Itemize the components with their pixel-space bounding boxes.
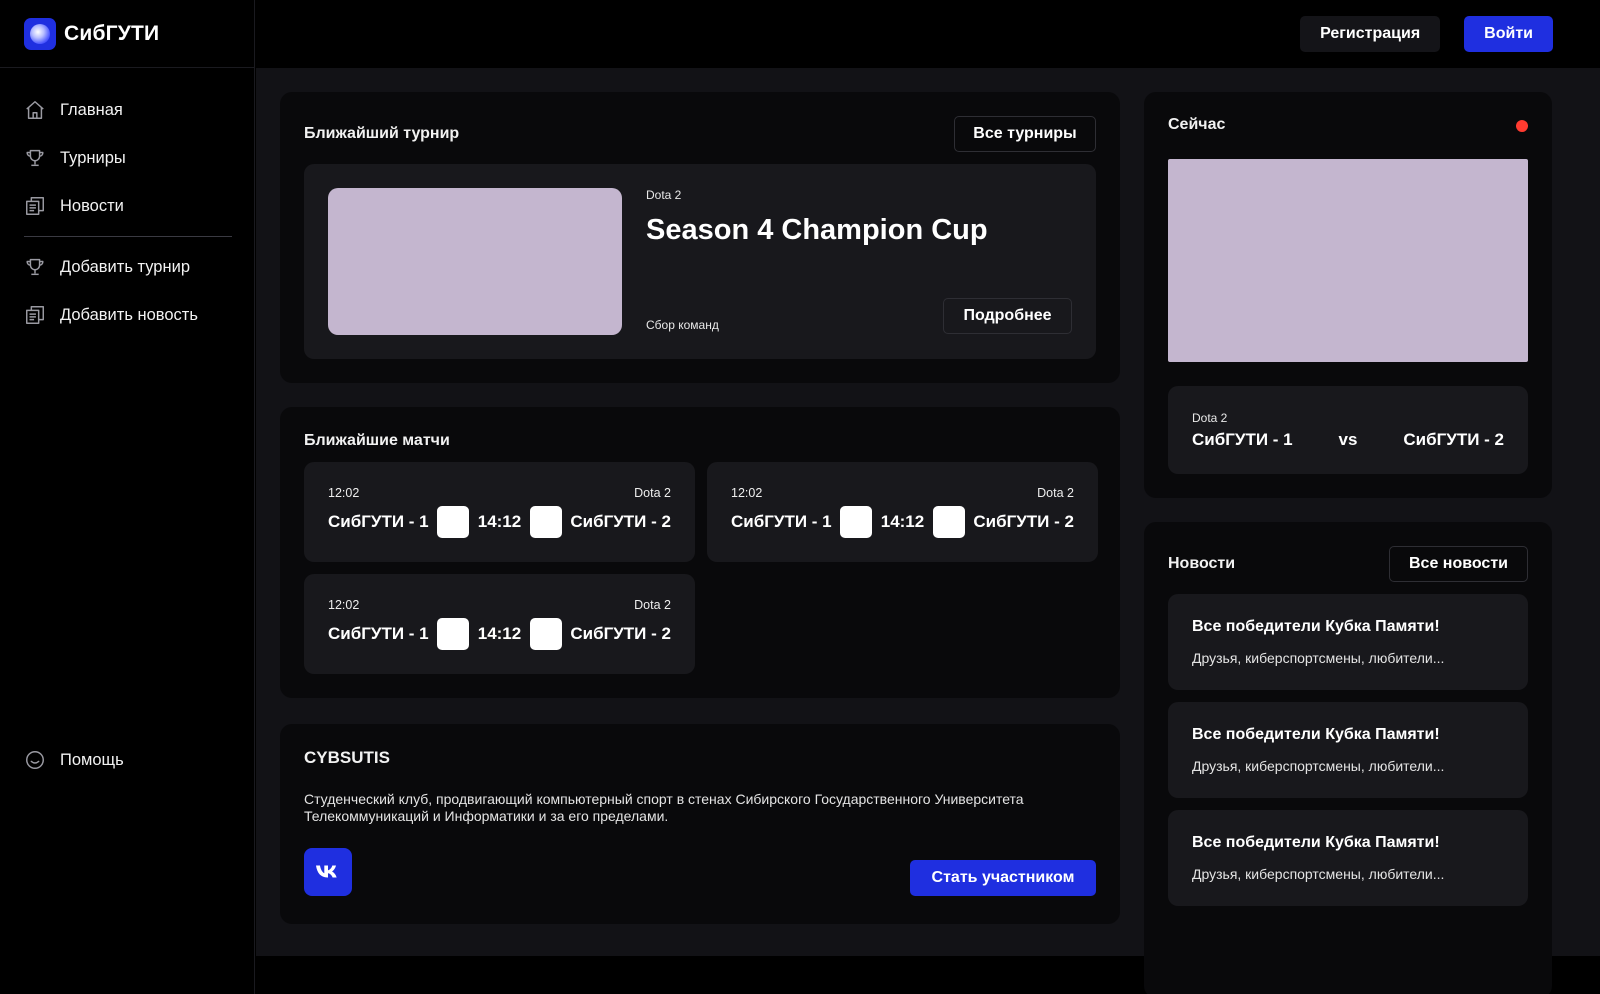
match-row: СибГУТИ - 1 14:12 СибГУТИ - 2: [328, 618, 671, 650]
match-time: 12:02: [328, 598, 360, 612]
live-stream-preview[interactable]: [1168, 159, 1528, 362]
team1-name: СибГУТИ - 1: [1192, 430, 1293, 449]
news-title: Все победители Кубка Памяти!: [1192, 726, 1440, 743]
news-excerpt: Друзья, киберспортсмены, любители...: [1192, 758, 1445, 774]
match-card[interactable]: 12:02 Dota 2 СибГУТИ - 1 14:12 СибГУТИ -…: [304, 462, 695, 562]
news-item[interactable]: Все победители Кубка Памяти! Друзья, киб…: [1168, 810, 1528, 906]
live-now-card: Сейчас Dota 2 СибГУТИ - 1 vs СибГУТИ - 2: [1144, 92, 1552, 498]
section-title: Сейчас: [1168, 116, 1226, 133]
sidebar-item-label: Турниры: [60, 148, 126, 167]
match-row: СибГУТИ - 1 14:12 СибГУТИ - 2: [328, 506, 671, 538]
tournament-game: Dota 2: [646, 188, 682, 202]
tournament-name: Season 4 Champion Cup: [646, 214, 988, 246]
sidebar-item-news[interactable]: Новости: [0, 182, 254, 230]
match-game: Dota 2: [634, 486, 671, 500]
news-icon: [26, 197, 44, 215]
vs-label: vs: [1338, 430, 1358, 449]
news-card: Новости Все новости Все победители Кубка…: [1144, 522, 1552, 994]
team1-logo: [840, 506, 873, 538]
help-icon: [26, 751, 44, 769]
team1-name: СибГУТИ - 1: [328, 512, 429, 531]
sidebar-nav: Главная Турниры Новости Добавить турнир …: [0, 68, 254, 339]
join-button[interactable]: Стать участником: [910, 860, 1096, 896]
club-description: Студенческий клуб, продвигающий компьюте…: [304, 791, 1024, 825]
match-card[interactable]: 12:02 Dota 2 СибГУТИ - 1 14:12 СибГУТИ -…: [304, 574, 695, 674]
team2-logo: [529, 506, 562, 538]
match-time: 12:02: [328, 486, 360, 500]
match-game: Dota 2: [634, 598, 671, 612]
section-title: Ближайший турнир: [304, 125, 460, 142]
sidebar-item-add-tournament[interactable]: Добавить турнир: [0, 243, 254, 291]
sidebar-item-help[interactable]: Помощь: [0, 736, 255, 784]
sidebar-item-label: Новости: [60, 196, 124, 215]
vk-icon: [316, 865, 337, 878]
news-item[interactable]: Все победители Кубка Памяти! Друзья, киб…: [1168, 702, 1528, 798]
match-start-time: 14:12: [477, 512, 522, 531]
register-button[interactable]: Регистрация: [1300, 16, 1441, 52]
team1-logo: [437, 506, 470, 538]
app-logo[interactable]: СибГУТИ: [0, 0, 254, 68]
sidebar-item-label: Помощь: [60, 750, 124, 769]
news-excerpt: Друзья, киберспортсмены, любители...: [1192, 866, 1445, 882]
team2-name: СибГУТИ - 2: [973, 512, 1074, 531]
club-title: CYBSUTIS: [304, 748, 390, 767]
trophy-icon: [26, 258, 44, 276]
tournament-item[interactable]: Dota 2 Season 4 Champion Cup Сбор команд…: [304, 164, 1096, 359]
team1-logo: [437, 618, 470, 650]
details-button[interactable]: Подробнее: [943, 298, 1072, 334]
sidebar-item-label: Добавить турнир: [60, 257, 190, 276]
sidebar-item-label: Главная: [60, 100, 123, 119]
upcoming-tournament-card: Ближайший турнир Все турниры Dota 2 Seas…: [280, 92, 1120, 383]
vk-button[interactable]: [304, 848, 352, 896]
app-name: СибГУТИ: [64, 21, 160, 45]
match-start-time: 14:12: [880, 512, 925, 531]
team2-name: СибГУТИ - 2: [1403, 430, 1504, 449]
club-description-line: Телекоммуникаций и Информатики и за его …: [304, 808, 669, 824]
team1-name: СибГУТИ - 1: [328, 624, 429, 643]
live-match[interactable]: Dota 2 СибГУТИ - 1 vs СибГУТИ - 2: [1168, 386, 1528, 474]
sidebar-item-label: Добавить новость: [60, 305, 198, 324]
match-start-time: 14:12: [477, 624, 522, 643]
home-icon: [26, 101, 44, 119]
news-icon: [26, 306, 44, 324]
team2-logo: [529, 618, 562, 650]
team1-name: СибГУТИ - 1: [731, 512, 832, 531]
news-excerpt: Друзья, киберспортсмены, любители...: [1192, 650, 1445, 666]
club-description-line: Студенческий клуб, продвигающий компьюте…: [304, 791, 1024, 807]
login-button[interactable]: Войти: [1464, 16, 1553, 52]
match-game: Dota 2: [1037, 486, 1074, 500]
sidebar-item-tournaments[interactable]: Турниры: [0, 134, 254, 182]
upcoming-matches-card: Ближайшие матчи 12:02 Dota 2 СибГУТИ - 1…: [280, 407, 1120, 698]
news-title: Все победители Кубка Памяти!: [1192, 618, 1440, 635]
live-indicator-icon: [1516, 120, 1528, 132]
logo-mark-icon: [24, 17, 56, 50]
section-title: Ближайшие матчи: [304, 432, 450, 449]
main-content: Ближайший турнир Все турниры Dota 2 Seas…: [256, 68, 1600, 994]
match-row: СибГУТИ - 1 14:12 СибГУТИ - 2: [731, 506, 1074, 538]
news-title: Все победители Кубка Памяти!: [1192, 834, 1440, 851]
match-card[interactable]: 12:02 Dota 2 СибГУТИ - 1 14:12 СибГУТИ -…: [707, 462, 1098, 562]
all-tournaments-button[interactable]: Все турниры: [954, 116, 1096, 152]
tournament-image: [328, 188, 622, 335]
sidebar: СибГУТИ Главная Турниры Новости Добавить…: [0, 0, 255, 994]
sidebar-divider: [24, 236, 232, 237]
live-teams: СибГУТИ - 1 vs СибГУТИ - 2: [1192, 430, 1504, 450]
news-item[interactable]: Все победители Кубка Памяти! Друзья, киб…: [1168, 594, 1528, 690]
tournament-status: Сбор команд: [646, 318, 719, 332]
live-game: Dota 2: [1192, 411, 1228, 425]
team2-name: СибГУТИ - 2: [570, 512, 671, 531]
team2-logo: [932, 506, 965, 538]
top-bar: Регистрация Войти: [256, 0, 1600, 68]
match-time: 12:02: [731, 486, 763, 500]
sidebar-help: Помощь: [0, 736, 255, 784]
trophy-icon: [26, 149, 44, 167]
club-info-card: CYBSUTIS Студенческий клуб, продвигающий…: [280, 724, 1120, 924]
sidebar-item-home[interactable]: Главная: [0, 86, 254, 134]
all-news-button[interactable]: Все новости: [1389, 546, 1528, 582]
section-title: Новости: [1168, 555, 1236, 572]
team2-name: СибГУТИ - 2: [570, 624, 671, 643]
sidebar-item-add-news[interactable]: Добавить новость: [0, 291, 254, 339]
